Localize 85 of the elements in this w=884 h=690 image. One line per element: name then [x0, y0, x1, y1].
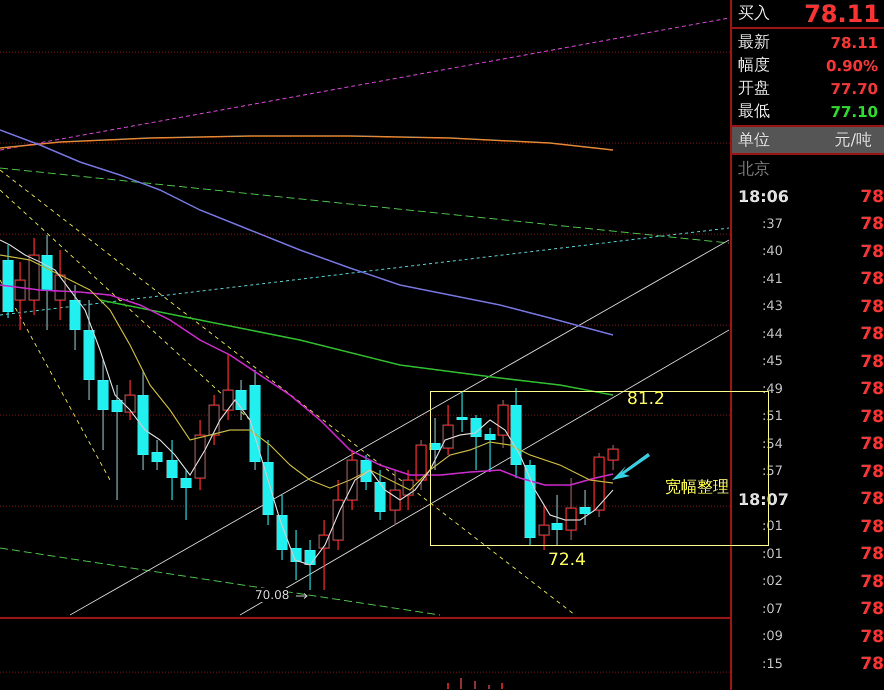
candlestick — [54, 250, 66, 320]
candlestick — [360, 454, 372, 490]
quote-label: 幅度 — [738, 55, 770, 76]
candlestick — [318, 520, 330, 590]
candlestick — [456, 392, 468, 432]
tick-price: 78 — [860, 489, 884, 510]
candlestick — [222, 354, 234, 420]
quote-label: 最新 — [738, 32, 770, 53]
tick-time: :49 — [761, 382, 783, 397]
tick-price: 78 — [860, 462, 884, 482]
candlestick — [580, 490, 590, 526]
quote-value: 77.70 — [830, 80, 878, 98]
quote-value: 77.10 — [830, 102, 878, 120]
candlestick — [124, 380, 136, 420]
tick-price: 78 — [860, 406, 884, 427]
tick-price: 78 — [860, 352, 884, 372]
candlestick — [608, 444, 618, 470]
candlestick — [290, 530, 302, 580]
candlestick — [276, 494, 288, 560]
candlestick — [498, 400, 508, 448]
candlestick — [430, 418, 440, 470]
tick-time: :44 — [761, 326, 783, 342]
candlestick — [194, 420, 206, 490]
tick-time: :09 — [761, 629, 783, 644]
candlestick — [180, 470, 192, 520]
candlestick — [152, 440, 162, 470]
volume-bars-drawing — [447, 678, 503, 689]
candlestick — [208, 394, 220, 446]
tick-price: 78 — [860, 214, 884, 234]
tick-price: 78 — [860, 379, 884, 400]
tick-price: 78 — [860, 544, 884, 564]
tick-price: 78 — [860, 296, 884, 317]
candlestick — [346, 450, 358, 510]
tick-price: 78 — [860, 516, 884, 537]
annotation-text: 宽幅整理 — [665, 477, 729, 498]
price-label: 72.4 — [548, 550, 586, 570]
candlestick — [594, 452, 604, 518]
arrow-icon — [296, 593, 308, 599]
quote-value: 78.11 — [830, 34, 878, 52]
tick-time: :37 — [761, 216, 783, 232]
candlestick — [374, 470, 386, 520]
tick-time: :07 — [761, 602, 783, 617]
candlestick — [402, 470, 414, 510]
price-label: 81.2 — [627, 389, 665, 409]
tick-time: :43 — [761, 299, 783, 314]
candlestick — [332, 480, 344, 550]
tick-time: :41 — [761, 272, 783, 287]
candlestick — [70, 284, 80, 350]
candlestick — [166, 440, 178, 500]
tick-time: :45 — [761, 354, 783, 370]
quote-value: 0.90% — [826, 56, 878, 74]
candlestick — [304, 540, 316, 590]
unit-value: 元/吨 — [834, 130, 872, 150]
candlestick — [14, 262, 26, 330]
tick-price: 78 — [860, 324, 884, 344]
candlestick — [566, 478, 576, 540]
candlestick — [442, 404, 454, 456]
candlestick — [390, 470, 400, 526]
tick-price: 78 — [860, 434, 884, 454]
location-label: 北京 — [738, 158, 770, 180]
tick-price: 78 — [860, 242, 884, 262]
candlestick — [552, 494, 562, 546]
tick-time: :02 — [761, 574, 783, 590]
tick-time: :01 — [761, 546, 783, 562]
arrow-icon — [612, 453, 650, 480]
quote-label: 最低 — [738, 101, 770, 122]
tick-price: 78 — [860, 599, 884, 620]
unit-label: 单位 — [738, 130, 770, 150]
tick-price: 78 — [860, 654, 884, 674]
candlestick — [538, 504, 550, 550]
candlestick — [484, 428, 496, 472]
tick-price: 78 — [860, 572, 884, 592]
candlestick — [416, 440, 426, 490]
low-price-marker: 70.08 — [255, 588, 290, 602]
tick-time: 18:06 — [737, 187, 789, 206]
tick-price: 78 — [860, 269, 884, 290]
quote-label: 开盘 — [738, 78, 770, 99]
tick-time: :15 — [761, 656, 783, 672]
bid-price: 78.11 — [804, 0, 880, 28]
candlestick — [236, 380, 246, 420]
candlestick — [470, 414, 482, 470]
tick-price: 78 — [860, 626, 884, 647]
tick-price: 78 — [860, 186, 884, 207]
tick-time: :40 — [761, 244, 783, 260]
bid-label: 买入 — [738, 3, 770, 24]
